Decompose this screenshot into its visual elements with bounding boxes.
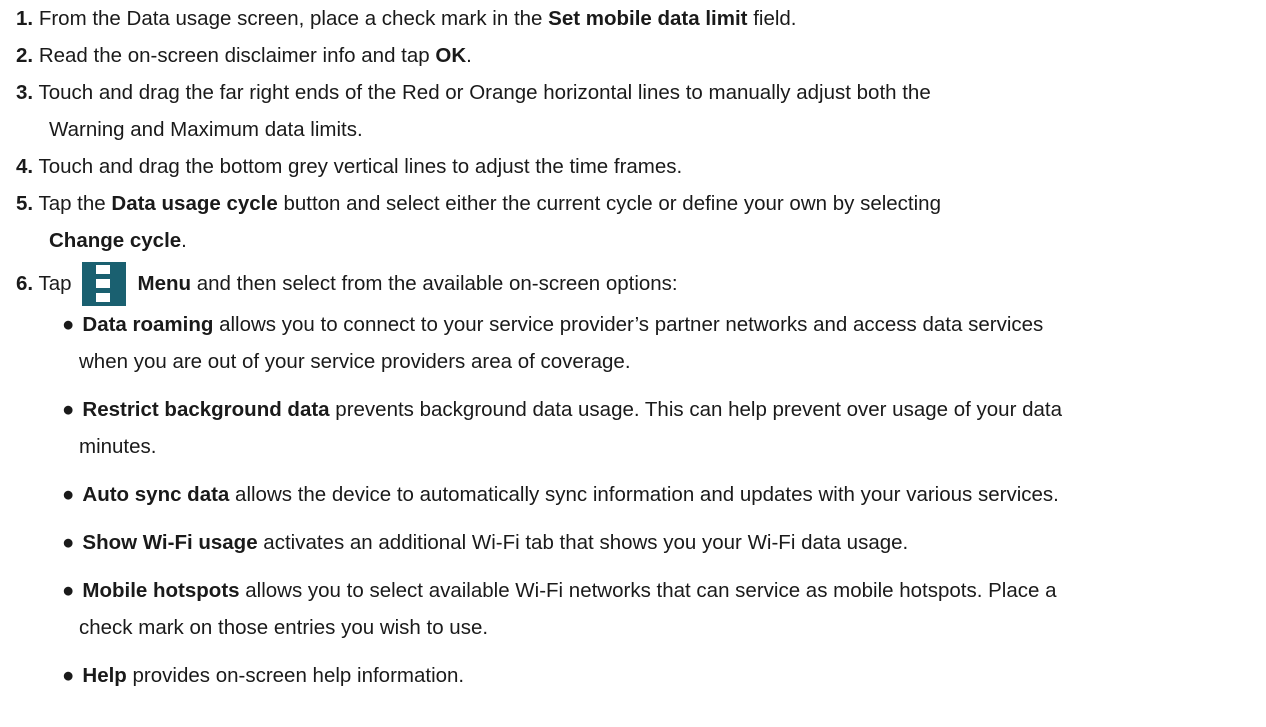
option-text: check mark on those entries you wish to …: [79, 616, 489, 639]
step-number: 5.: [16, 192, 34, 215]
step-bold-term: Menu: [137, 272, 192, 295]
option-text: allows you to select available Wi-Fi net…: [239, 579, 1057, 602]
step-text-end: and then select from the available on-sc…: [191, 272, 678, 295]
step-text-end: .: [466, 44, 472, 67]
step-bold-term: Data usage cycle: [111, 192, 278, 215]
step-number: 6.: [16, 272, 34, 295]
step-2: 2. Read the on-screen disclaimer info an…: [16, 40, 472, 72]
step-6: 6. Tap Menu and then select from the avai…: [16, 261, 678, 306]
option-auto-sync-data: ● Auto sync data allows the device to aut…: [62, 479, 1059, 511]
bullet-icon: ●: [62, 483, 75, 506]
bullet-icon: ●: [62, 398, 75, 421]
option-title: Auto sync data: [82, 483, 230, 506]
bullet-icon: ●: [62, 664, 75, 687]
step-text: Touch and drag the far right ends of the…: [38, 81, 931, 104]
option-title: Show Wi-Fi usage: [82, 531, 258, 554]
step-4: 4. Touch and drag the bottom grey vertic…: [16, 151, 682, 183]
option-text: prevents background data usage. This can…: [329, 398, 1062, 421]
option-help: ● Help provides on-screen help informatio…: [62, 660, 464, 692]
bullet-icon: ●: [62, 579, 75, 602]
option-restrict-background-data: ● Restrict background data prevents backg…: [62, 394, 1062, 426]
step-text-end: field.: [747, 7, 797, 30]
option-data-roaming-continued: when you are out of your service provide…: [79, 346, 631, 378]
option-text: minutes.: [79, 435, 157, 458]
step-bold-term: Set mobile data limit: [548, 7, 748, 30]
step-text-end: button and select either the current cyc…: [277, 192, 941, 215]
step-5-continued: Change cycle.: [49, 225, 187, 257]
step-bold-term: OK: [435, 44, 467, 67]
step-text: Tap: [38, 272, 72, 295]
option-text: when you are out of your service provide…: [79, 350, 631, 373]
option-data-roaming: ● Data roaming allows you to connect to y…: [62, 309, 1043, 341]
step-text: Warning and Maximum data limits.: [49, 118, 363, 141]
option-mobile-hotspots-continued: check mark on those entries you wish to …: [79, 612, 488, 644]
option-text: allows you to connect to your service pr…: [213, 313, 1044, 336]
menu-icon: [81, 261, 126, 306]
step-3: 3. Touch and drag the far right ends of …: [16, 77, 931, 109]
step-number: 4.: [16, 155, 34, 178]
option-title: Help: [82, 664, 127, 687]
step-5: 5. Tap the Data usage cycle button and s…: [16, 188, 941, 220]
step-text-end: .: [181, 229, 187, 252]
option-text: provides on-screen help information.: [126, 664, 465, 687]
step-bold-term: Change cycle: [49, 229, 182, 252]
option-title: Data roaming: [82, 313, 214, 336]
option-show-wifi-usage: ● Show Wi-Fi usage activates an additiona…: [62, 527, 908, 559]
step-3-continued: Warning and Maximum data limits.: [49, 114, 363, 146]
step-number: 1.: [16, 7, 34, 30]
step-text: Tap the: [38, 192, 112, 215]
step-number: 3.: [16, 81, 34, 104]
option-title: Restrict background data: [82, 398, 330, 421]
option-mobile-hotspots: ● Mobile hotspots allows you to select av…: [62, 575, 1057, 607]
step-text: From the Data usage screen, place a chec…: [38, 7, 549, 30]
step-text: Touch and drag the bottom grey vertical …: [38, 155, 683, 178]
step-text: Read the on-screen disclaimer info and t…: [38, 44, 436, 67]
option-text: allows the device to automatically sync …: [229, 483, 1059, 506]
step-number: 2.: [16, 44, 34, 67]
option-restrict-background-data-continued: minutes.: [79, 431, 156, 463]
step-1: 1. From the Data usage screen, place a c…: [16, 3, 797, 35]
bullet-icon: ●: [62, 531, 75, 554]
option-text: activates an additional Wi-Fi tab that s…: [257, 531, 909, 554]
option-title: Mobile hotspots: [82, 579, 240, 602]
bullet-icon: ●: [62, 313, 75, 336]
